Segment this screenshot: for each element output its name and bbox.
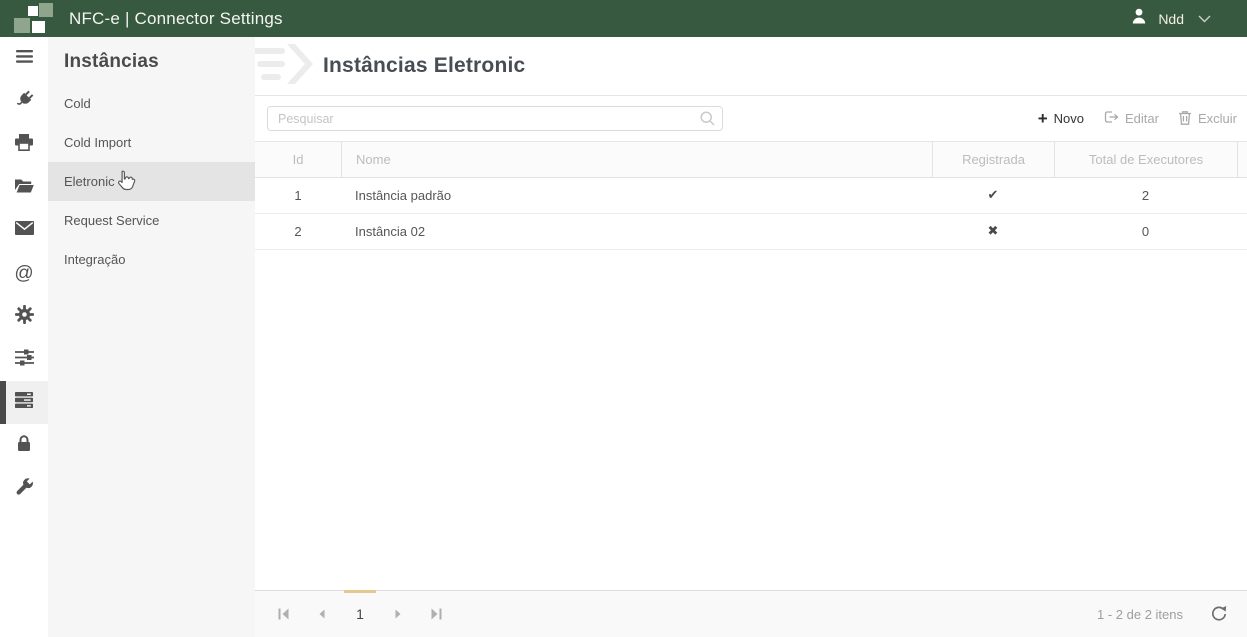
page-title: Instâncias Eletronic [323,54,525,78]
user-name: Ndd [1158,11,1184,27]
edit-icon [1103,110,1119,127]
sidebar-item-integracao[interactable]: Integração [48,240,255,279]
rail-item-tools[interactable] [0,467,48,510]
delete-button-label: Excluir [1198,111,1237,126]
lock-icon [16,434,32,457]
grid-toolbar: + Novo Editar Excluir [255,96,1247,142]
topbar: NFC-e | Connector Settings Ndd [0,0,1247,37]
user-menu[interactable]: Ndd [1130,7,1211,30]
column-header-id[interactable]: Id [255,142,341,177]
rail-item-connections[interactable] [0,80,48,123]
logo-square [14,18,30,33]
folder-open-icon [15,178,34,198]
table-header: Id Nome Registrada Total de Executores [255,142,1247,178]
table-row[interactable]: 1 Instância padrão ✔ 2 [255,178,1247,214]
rail-item-email-settings[interactable]: @ [0,252,48,295]
search-box [267,106,723,131]
cell-executores: 0 [1054,214,1237,249]
column-header-total-executores[interactable]: Total de Executores [1054,142,1237,177]
new-button[interactable]: + Novo [1038,110,1084,127]
logo-square [28,6,38,16]
sidebar-heading: Instâncias [48,37,255,84]
column-header-nome[interactable]: Nome [341,142,932,177]
sidebar-item-cold-import[interactable]: Cold Import [48,123,255,162]
printer-icon [15,134,33,156]
page-header: Instâncias Eletronic [255,37,1247,96]
logo-square [39,3,53,17]
cell-executores: 2 [1054,178,1237,213]
rail-item-tuning[interactable] [0,338,48,381]
trash-icon [1178,110,1192,128]
sidebar-item-eletronic[interactable]: Eletronic [48,162,255,201]
at-icon: @ [14,263,33,285]
app-body: @ Instâncias Cold Cold Import Eletroni [0,37,1247,637]
table-row[interactable]: 2 Instância 02 ✖ 0 [255,214,1247,250]
main-content: Instâncias Eletronic + Novo [255,37,1247,637]
sidebar-item-cold[interactable]: Cold [48,84,255,123]
last-page-button[interactable] [417,597,455,631]
search-input[interactable] [267,106,723,131]
cell-nome: Instância padrão [341,178,932,213]
rail-item-mail[interactable] [0,209,48,252]
cell-id: 1 [255,178,341,213]
check-icon: ✔ [932,178,1054,213]
next-page-button[interactable] [379,597,417,631]
app-window: NFC-e | Connector Settings Ndd [0,0,1247,637]
gear-icon [15,305,34,329]
previous-page-button[interactable] [303,597,341,631]
current-page-indicator [344,590,376,593]
rail-item-files[interactable] [0,166,48,209]
app-title: NFC-e | Connector Settings [69,9,283,29]
rail-item-instances[interactable] [0,381,48,424]
page-list-icon [255,42,313,91]
sidebar: Instâncias Cold Cold Import Eletronic Re… [48,37,255,637]
plus-icon: + [1038,110,1048,127]
rail-item-settings[interactable] [0,295,48,338]
toolbar-buttons: + Novo Editar Excluir [1038,110,1237,128]
sidebar-item-request-service[interactable]: Request Service [48,201,255,240]
app-logo [14,2,54,36]
server-icon [15,392,33,413]
pager: 1 1 - 2 de 2 itens [255,590,1247,637]
rail-item-menu[interactable] [0,37,48,80]
wrench-icon [15,477,34,501]
sliders-icon [15,349,34,371]
first-page-button[interactable] [265,597,303,631]
rail-item-security[interactable] [0,424,48,467]
cell-id: 2 [255,214,341,249]
edit-button[interactable]: Editar [1103,110,1159,127]
cross-icon: ✖ [932,214,1054,249]
pager-right: 1 - 2 de 2 itens [1097,605,1227,623]
page-number[interactable]: 1 [341,597,379,631]
mail-icon [15,221,34,240]
edit-button-label: Editar [1125,111,1159,126]
search-icon[interactable] [700,111,715,131]
column-header-registrada[interactable]: Registrada [932,142,1054,177]
menu-icon [16,50,33,68]
plug-icon [15,90,34,114]
logo-square [32,21,45,33]
refresh-button[interactable] [1209,605,1227,623]
rail-item-printers[interactable] [0,123,48,166]
pager-info: 1 - 2 de 2 itens [1097,607,1183,622]
column-header-filler [1237,142,1247,177]
delete-button[interactable]: Excluir [1178,110,1237,128]
user-icon [1130,7,1148,30]
chevron-down-icon [1198,10,1211,28]
new-button-label: Novo [1054,111,1084,126]
cell-nome: Instância 02 [341,214,932,249]
icon-rail: @ [0,37,48,637]
